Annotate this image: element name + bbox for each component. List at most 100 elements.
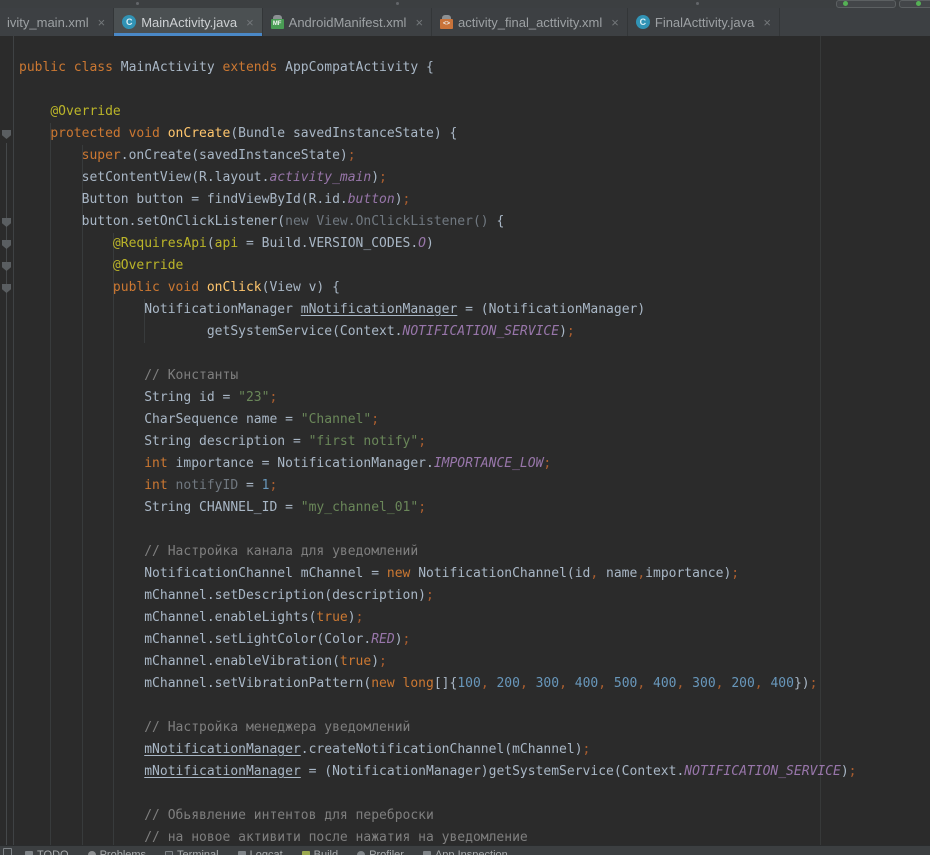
- tab-AndroidManifest.xml[interactable]: MFAndroidManifest.xml×: [263, 8, 432, 36]
- toolwindow-todo[interactable]: TODO: [25, 849, 69, 855]
- code-token: ,: [637, 676, 653, 691]
- code-token: ;: [543, 456, 551, 471]
- toolwindow-app-inspection[interactable]: App Inspection: [423, 849, 508, 855]
- tab-FinalActtivity.java[interactable]: FinalActtivity.java×: [628, 8, 780, 36]
- code-line[interactable]: mChannel.setLightColor(Color.RED);: [19, 629, 930, 651]
- close-tab-icon[interactable]: ×: [246, 16, 254, 29]
- code-line[interactable]: int notifyID = 1;: [19, 475, 930, 497]
- code-line[interactable]: super.onCreate(savedInstanceState);: [19, 145, 930, 167]
- code-token: 200: [496, 676, 519, 691]
- code-token: "first notify": [309, 434, 419, 449]
- code-token: 300: [536, 676, 559, 691]
- code-token: ): [559, 324, 567, 339]
- code-token: mNotificationManager: [144, 764, 301, 779]
- code-token: Button button = findViewById(R.id.: [82, 192, 348, 207]
- toolbar-icon-dot: [696, 2, 699, 5]
- fold-marker-icon[interactable]: [2, 284, 11, 293]
- code-token: new: [387, 566, 418, 581]
- code-token: // Настройка канала для уведомлений: [144, 544, 418, 559]
- close-tab-icon[interactable]: ×: [763, 16, 771, 29]
- code-token: // Константы: [144, 368, 238, 383]
- code-line[interactable]: @RequiresApi(api = Build.VERSION_CODES.O…: [19, 233, 930, 255]
- code-area[interactable]: public class MainActivity extends AppCom…: [14, 36, 930, 846]
- code-token: NotificationManager: [144, 302, 301, 317]
- code-token: String id =: [144, 390, 238, 405]
- code-token: setContentView(R.layout.: [82, 170, 270, 185]
- close-tab-icon[interactable]: ×: [415, 16, 423, 29]
- code-line[interactable]: public class MainActivity extends AppCom…: [19, 57, 930, 79]
- toolwindow-terminal[interactable]: Terminal: [165, 849, 219, 855]
- tab-activity_final_acttivity.xml[interactable]: <>activity_final_acttivity.xml×: [432, 8, 628, 36]
- fold-marker-icon[interactable]: [2, 240, 11, 249]
- close-tab-icon[interactable]: ×: [98, 16, 106, 29]
- code-token: ;: [371, 412, 379, 427]
- code-line[interactable]: mNotificationManager = (NotificationMana…: [19, 761, 930, 783]
- code-line[interactable]: [19, 519, 930, 541]
- code-token: {: [496, 214, 504, 229]
- code-line[interactable]: int importance = NotificationManager.IMP…: [19, 453, 930, 475]
- code-token: ): [371, 170, 379, 185]
- code-line[interactable]: // Обьявление интентов для переброски: [19, 805, 930, 827]
- toolwindow-build[interactable]: Build: [302, 849, 338, 855]
- close-tab-icon[interactable]: ×: [611, 16, 619, 29]
- code-editor[interactable]: public class MainActivity extends AppCom…: [0, 36, 930, 846]
- code-token: "23": [238, 390, 269, 405]
- code-line[interactable]: mChannel.setVibrationPattern(new long[]{…: [19, 673, 930, 695]
- code-token: button: [348, 192, 395, 207]
- toolwindow-label: TODO: [37, 849, 69, 855]
- code-line[interactable]: [19, 783, 930, 805]
- code-line[interactable]: // на новое активити после нажатия на ув…: [19, 827, 930, 846]
- code-token: ;: [356, 610, 364, 625]
- code-line[interactable]: CharSequence name = "Channel";: [19, 409, 930, 431]
- code-token: super: [82, 148, 121, 163]
- code-token: .createNotificationChannel(mChannel): [301, 742, 583, 757]
- tab-MainActivity.java[interactable]: MainActivity.java×: [114, 8, 262, 36]
- code-token: 200: [731, 676, 754, 691]
- todo-icon: [25, 851, 33, 855]
- tab-ivity_main.xml[interactable]: ivity_main.xml×: [0, 8, 114, 36]
- code-token: ,: [598, 676, 614, 691]
- code-token: = Build.VERSION_CODES.: [238, 236, 418, 251]
- code-line[interactable]: mChannel.enableVibration(true);: [19, 651, 930, 673]
- code-line[interactable]: // Настройка менеджера уведомлений: [19, 717, 930, 739]
- android-studio-window: { "topbar": { "widgets": [ {"name": "run…: [0, 0, 930, 855]
- code-line[interactable]: [19, 79, 930, 101]
- code-line[interactable]: [19, 343, 930, 365]
- fold-marker-icon[interactable]: [2, 218, 11, 227]
- code-line[interactable]: [19, 695, 930, 717]
- code-token: int: [144, 456, 175, 471]
- code-line[interactable]: public void onClick(View v) {: [19, 277, 930, 299]
- code-token: RED: [371, 632, 394, 647]
- java-class-icon: [122, 15, 136, 29]
- code-line[interactable]: getSystemService(Context.NOTIFICATION_SE…: [19, 321, 930, 343]
- code-line[interactable]: // Настройка канала для уведомлений: [19, 541, 930, 563]
- logcat-icon: [238, 851, 246, 855]
- code-line[interactable]: mNotificationManager.createNotificationC…: [19, 739, 930, 761]
- code-line[interactable]: @Override: [19, 101, 930, 123]
- code-line[interactable]: @Override: [19, 255, 930, 277]
- code-line[interactable]: String id = "23";: [19, 387, 930, 409]
- manifest-file-icon: MF: [271, 15, 284, 29]
- code-line[interactable]: String description = "first notify";: [19, 431, 930, 453]
- code-token: mNotificationManager: [144, 742, 301, 757]
- code-line[interactable]: NotificationManager mNotificationManager…: [19, 299, 930, 321]
- toolwindow-profiler[interactable]: Profiler: [357, 849, 404, 855]
- code-line[interactable]: NotificationChannel mChannel = new Notif…: [19, 563, 930, 585]
- code-line[interactable]: setContentView(R.layout.activity_main);: [19, 167, 930, 189]
- code-line[interactable]: Button button = findViewById(R.id.button…: [19, 189, 930, 211]
- code-token: ,: [520, 676, 536, 691]
- code-line[interactable]: // Константы: [19, 365, 930, 387]
- code-line[interactable]: mChannel.enableLights(true);: [19, 607, 930, 629]
- code-line[interactable]: mChannel.setDescription(description);: [19, 585, 930, 607]
- toolwindow-problems[interactable]: Problems: [88, 849, 146, 855]
- code-line[interactable]: protected void onCreate(Bundle savedInst…: [19, 123, 930, 145]
- code-token: ): [371, 654, 379, 669]
- fold-marker-icon[interactable]: [2, 130, 11, 139]
- code-line[interactable]: button.setOnClickListener(new View.OnCli…: [19, 211, 930, 233]
- toolwindow-logcat[interactable]: Logcat: [238, 849, 283, 855]
- fold-marker-icon[interactable]: [2, 262, 11, 271]
- code-token: // Настройка менеджера уведомлений: [144, 720, 410, 735]
- code-token: ;: [583, 742, 591, 757]
- code-line[interactable]: String CHANNEL_ID = "my_channel_01";: [19, 497, 930, 519]
- device-selector-widget[interactable]: [899, 0, 930, 8]
